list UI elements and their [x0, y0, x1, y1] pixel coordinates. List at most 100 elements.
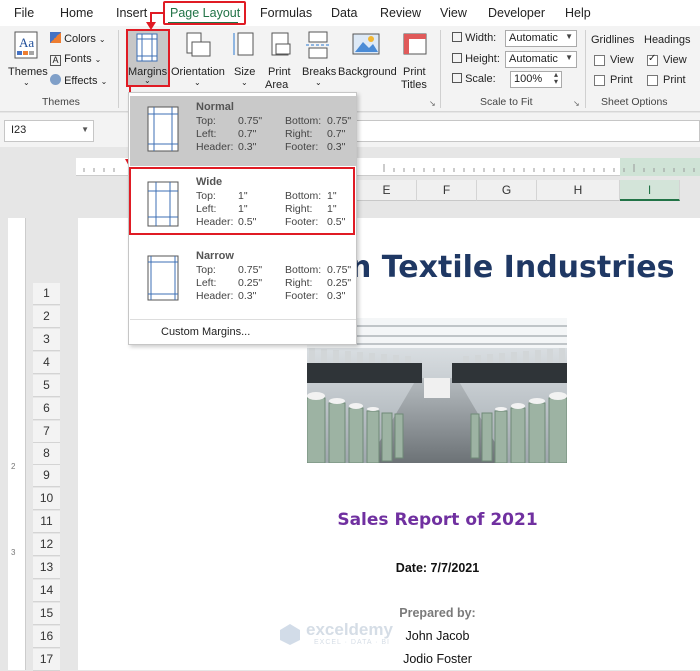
top-label: Top: — [196, 264, 216, 276]
row-header[interactable]: 9 — [33, 465, 60, 487]
tab-insert[interactable]: Insert — [116, 6, 147, 20]
watermark-tagline: EXCEL · DATA · BI — [314, 639, 390, 646]
print-area-button[interactable]: Print Area — [262, 30, 298, 92]
watermark-name: exceldemy — [306, 620, 393, 639]
chevron-down-icon[interactable]: ▼ — [81, 125, 89, 134]
fonts-icon: A — [50, 55, 61, 66]
footer-label: Footer: — [285, 141, 319, 153]
row-header[interactable]: 3 — [33, 329, 60, 351]
group-separator — [440, 30, 441, 108]
gridlines-print-checkbox[interactable] — [594, 75, 605, 86]
column-header-i[interactable]: I — [620, 180, 680, 201]
name-box[interactable]: I23 ▼ — [4, 120, 94, 142]
annotation-arrow — [150, 12, 164, 14]
row-header[interactable]: 5 — [33, 375, 60, 397]
row-header[interactable]: 7 — [33, 421, 60, 443]
row-header[interactable]: 8 — [33, 443, 60, 465]
exceldemy-logo-icon — [280, 624, 300, 645]
company-title: n Textile Industries — [350, 250, 675, 285]
menu-bar: File Home Insert Page Layout Formulas Da… — [0, 0, 700, 26]
menu-divider — [130, 319, 356, 320]
tab-help[interactable]: Help — [565, 6, 591, 20]
spin-arrows-icon[interactable]: ▴ ▾ — [554, 71, 558, 86]
gridlines-label: Gridlines — [591, 34, 635, 46]
column-header-h[interactable]: H — [537, 180, 620, 201]
print-area-icon — [271, 32, 291, 56]
orientation-button[interactable]: Orientation ⌄ — [170, 30, 226, 90]
breaks-button[interactable]: Breaks ⌄ — [300, 30, 336, 90]
height-icon — [452, 53, 462, 63]
background-button[interactable]: Background — [336, 30, 397, 80]
scale-label: Scale: — [465, 73, 496, 85]
gridlines-view-checkbox[interactable] — [594, 55, 605, 66]
width-label-group: Width: — [452, 32, 496, 44]
effects-icon — [50, 74, 61, 85]
headings-print-checkbox[interactable] — [647, 75, 658, 86]
headings-view-checkbox[interactable] — [647, 53, 658, 66]
margin-option-narrow[interactable]: Narrow Top: 0.75" Bottom: 0.75" Left: 0.… — [130, 245, 356, 315]
tab-home[interactable]: Home — [60, 6, 93, 20]
tab-developer[interactable]: Developer — [488, 6, 545, 20]
tab-file[interactable]: File — [14, 6, 34, 20]
left-label: Left: — [196, 277, 217, 289]
headings-print-label: Print — [663, 74, 686, 86]
top-label: Top: — [196, 115, 216, 127]
colors-icon — [50, 32, 61, 43]
left-label: Left: — [196, 128, 217, 140]
chevron-down-icon: ▼ — [565, 32, 573, 41]
scale-dialog-launcher-icon[interactable]: ↘ — [573, 99, 580, 108]
tab-review[interactable]: Review — [380, 6, 421, 20]
print-titles-button[interactable]: Print Titles — [398, 30, 432, 92]
breaks-icon — [306, 31, 330, 59]
chevron-down-icon: ⌄ — [241, 78, 248, 87]
size-icon — [233, 32, 254, 56]
row-header[interactable]: 6 — [33, 398, 60, 420]
row-header[interactable]: 10 — [33, 488, 60, 510]
colors-button[interactable]: Colors ⌄ — [50, 32, 106, 45]
margin-option-name: Narrow — [196, 250, 234, 262]
print-titles-label-line2: Titles — [401, 79, 427, 91]
footer-value: 0.3" — [327, 290, 346, 302]
name-box-value: I23 — [11, 124, 27, 136]
column-header-e[interactable]: E — [357, 180, 417, 201]
tab-data[interactable]: Data — [331, 6, 357, 20]
custom-margins-item[interactable]: Custom Margins... — [161, 326, 250, 338]
row-header[interactable]: 14 — [33, 580, 60, 602]
effects-label: Effects — [64, 75, 98, 87]
left-value: 0.7" — [238, 128, 257, 140]
tab-view[interactable]: View — [440, 6, 467, 20]
fonts-button[interactable]: A Fonts ⌄ — [50, 53, 101, 66]
row-header[interactable]: 4 — [33, 352, 60, 374]
row-header[interactable]: 12 — [33, 534, 60, 556]
gridlines-print-label: Print — [610, 74, 633, 86]
width-select[interactable]: Automatic ▼ — [505, 30, 577, 47]
right-label: Right: — [285, 128, 313, 140]
height-label: Height: — [465, 53, 500, 65]
effects-button[interactable]: Effects ⌄ — [50, 74, 107, 87]
formula-input[interactable] — [356, 120, 700, 142]
column-header-g[interactable]: G — [477, 180, 537, 201]
headings-view-label: View — [663, 54, 687, 66]
header-value: 0.3" — [238, 290, 257, 302]
margin-option-normal[interactable]: Normal Top: 0.75" Bottom: 0.75" Left: 0.… — [130, 96, 356, 166]
colors-label: Colors — [64, 33, 96, 45]
prepared-by-label: Prepared by: — [399, 606, 476, 620]
scale-spinner[interactable]: 100% ▴ ▾ — [510, 71, 562, 88]
header-value: 0.3" — [238, 141, 257, 153]
sales-report-title: Sales Report of 2021 — [337, 510, 538, 530]
margins-button[interactable]: Margins ⌄ — [126, 29, 170, 87]
print-titles-label-line1: Print — [403, 66, 426, 78]
svg-text:Aa: Aa — [19, 35, 34, 50]
width-select-value: Automatic — [509, 32, 558, 44]
row-header[interactable]: 2 — [33, 306, 60, 328]
group-separator — [118, 30, 119, 108]
scale-label-group: Scale: — [452, 73, 496, 85]
top-value: 0.75" — [238, 115, 263, 127]
size-button[interactable]: Size ⌄ — [228, 30, 260, 90]
themes-button[interactable]: Aa Themes ⌄ — [6, 30, 48, 90]
tab-formulas[interactable]: Formulas — [260, 6, 312, 20]
row-header[interactable]: 1 — [33, 283, 60, 305]
column-header-f[interactable]: F — [417, 180, 477, 201]
page-setup-dialog-launcher-icon[interactable]: ↘ — [429, 99, 436, 108]
height-select[interactable]: Automatic ▼ — [505, 51, 577, 68]
